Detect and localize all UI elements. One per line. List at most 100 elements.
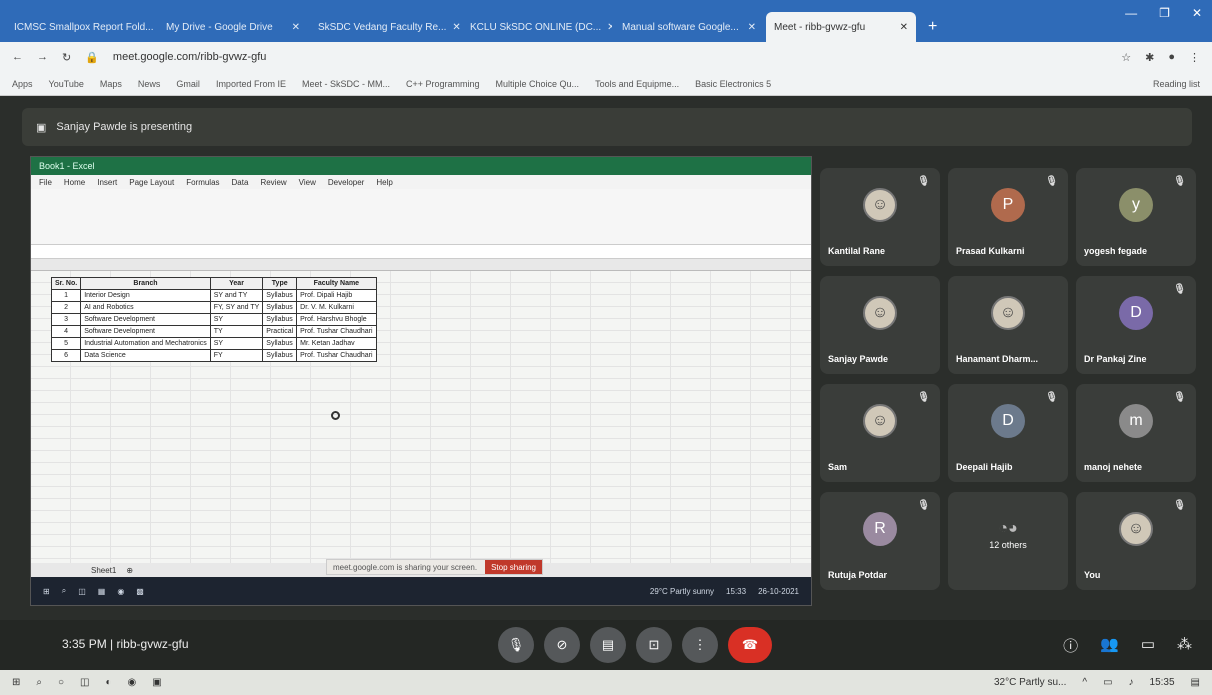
bookmark-item[interactable]: Multiple Choice Qu... (496, 79, 580, 89)
table-cell[interactable]: Mr. Ketan Jadhav (296, 337, 377, 350)
close-icon[interactable]: ✕ (292, 22, 300, 33)
add-sheet-icon[interactable]: ⊕ (126, 566, 133, 575)
table-cell[interactable]: Syllabus (262, 301, 298, 314)
minimize-icon[interactable]: — (1125, 6, 1137, 20)
table-cell[interactable]: SY (209, 313, 264, 326)
table-cell[interactable]: Industrial Automation and Mechatronics (80, 337, 211, 350)
table-cell[interactable]: Prof. Tushar Chaudhari (296, 349, 377, 362)
table-cell[interactable]: Data Science (80, 349, 211, 362)
bookmark-item[interactable]: Meet - SkSDC - MM... (302, 79, 390, 89)
browser-tab[interactable]: SkSDC Vedang Faculty Re... ✕ (310, 12, 460, 42)
table-cell[interactable]: Prof. Dipali Hajib (296, 289, 377, 302)
table-cell[interactable]: Practical (262, 325, 298, 338)
participant-tile[interactable]: D Dr Pankaj Zine 🎙 (1076, 276, 1196, 374)
formula-bar[interactable] (31, 245, 811, 259)
menu-icon[interactable]: ⋮ (1189, 51, 1200, 64)
chrome-icon[interactable]: ◉ (128, 677, 137, 688)
search-icon[interactable]: ⌕ (36, 677, 42, 688)
participant-tile[interactable]: ☺ Hanamant Dharm... (948, 276, 1068, 374)
browser-tab[interactable]: My Drive - Google Drive ✕ (158, 12, 308, 42)
table-cell[interactable]: AI and Robotics (80, 301, 211, 314)
table-cell[interactable]: Software Development (80, 313, 211, 326)
bookmark-item[interactable]: Maps (100, 79, 122, 89)
table-cell[interactable]: 2 (50, 301, 82, 314)
cortana-icon[interactable]: ○ (58, 677, 64, 688)
table-cell[interactable]: SY (209, 337, 264, 350)
ribbon-tab[interactable]: Formulas (186, 178, 219, 187)
task-view-icon[interactable]: ◫ (80, 677, 89, 688)
browser-tab[interactable]: KCLU SkSDC ONLINE (DC... ✕ (462, 12, 612, 42)
table-cell[interactable]: Software Development (80, 325, 211, 338)
close-icon[interactable]: ✕ (748, 22, 756, 33)
star-icon[interactable]: ☆ (1121, 51, 1131, 64)
browser-tab-active[interactable]: Meet - ribb-gvwz-gfu ✕ (766, 12, 916, 42)
present-button[interactable]: ⊡ (636, 627, 672, 663)
bookmark-item[interactable]: Imported From IE (216, 79, 286, 89)
clock-time[interactable]: 15:35 (1150, 677, 1175, 688)
reload-icon[interactable]: ↻ (62, 51, 71, 64)
sheet-tab[interactable]: Sheet1 (91, 566, 116, 575)
column-header[interactable]: Type (262, 277, 298, 290)
ribbon-tab[interactable]: Developer (328, 178, 364, 187)
table-cell[interactable]: Interior Design (80, 289, 211, 302)
column-header[interactable]: Branch (80, 277, 211, 290)
table-cell[interactable]: FY (209, 349, 264, 362)
mic-off-button[interactable]: 🎙 (498, 627, 534, 663)
ribbon-tab[interactable]: Insert (97, 178, 117, 187)
column-header[interactable]: Year (209, 277, 264, 290)
table-cell[interactable]: SY and TY (209, 289, 264, 302)
participant-tile[interactable]: P Prasad Kulkarni 🎙 (948, 168, 1068, 266)
table-cell[interactable]: 1 (50, 289, 82, 302)
ribbon-tab[interactable]: Home (64, 178, 85, 187)
table-cell[interactable]: 4 (50, 325, 82, 338)
ribbon-tab[interactable]: Page Layout (129, 178, 174, 187)
leave-call-button[interactable]: ☎ (728, 627, 772, 663)
table-cell[interactable]: 5 (50, 337, 82, 350)
ribbon-tab[interactable]: File (39, 178, 52, 187)
ribbon-tab[interactable]: Help (376, 178, 392, 187)
captions-button[interactable]: ▤ (590, 627, 626, 663)
weather-text[interactable]: 32°C Partly su... (994, 677, 1066, 688)
participant-tile[interactable]: ☺ Kantilal Rane 🎙 (820, 168, 940, 266)
close-window-icon[interactable]: ✕ (1192, 6, 1202, 20)
windows-start-icon[interactable]: ⊞ (12, 677, 20, 688)
bookmark-item[interactable]: Apps (12, 79, 33, 89)
browser-tab[interactable]: ICMSC Smallpox Report Fold...✕ (6, 12, 156, 42)
participant-tile[interactable]: R Rutuja Potdar 🎙 (820, 492, 940, 590)
bookmark-item[interactable]: Tools and Equipme... (595, 79, 679, 89)
ribbon-tab[interactable]: Review (260, 178, 286, 187)
column-header[interactable]: Faculty Name (296, 277, 377, 290)
ribbon-tab[interactable]: Data (232, 178, 249, 187)
table-cell[interactable]: Syllabus (262, 349, 298, 362)
maximize-icon[interactable]: ❐ (1159, 6, 1170, 20)
table-cell[interactable]: 6 (50, 349, 82, 362)
camera-off-button[interactable]: ⊘ (544, 627, 580, 663)
participant-tile[interactable]: ☺ You 🎙 (1076, 492, 1196, 590)
profile-icon[interactable]: ● (1168, 51, 1175, 63)
browser-tab[interactable]: Manual software Google... ✕ (614, 12, 764, 42)
edge-icon[interactable]: ◐ (106, 677, 112, 688)
participant-tile[interactable]: ☺ Sam 🎙 (820, 384, 940, 482)
table-cell[interactable]: Dr. V. M. Kulkarni (296, 301, 377, 314)
reading-list[interactable]: Reading list (1153, 79, 1200, 89)
participant-tile[interactable]: D Deepali Hajib 🎙 (948, 384, 1068, 482)
table-cell[interactable]: Syllabus (262, 337, 298, 350)
bookmark-item[interactable]: YouTube (49, 79, 84, 89)
chat-icon[interactable]: ▭ (1141, 635, 1155, 656)
volume-icon[interactable]: ♪ (1129, 677, 1134, 688)
extensions-icon[interactable]: ✱ (1145, 51, 1154, 64)
info-icon[interactable]: ⓘ (1063, 635, 1078, 656)
participant-tile[interactable]: m manoj nehete 🎙 (1076, 384, 1196, 482)
participant-tile[interactable]: ☺ Sanjay Pawde (820, 276, 940, 374)
ribbon-tab[interactable]: View (299, 178, 316, 187)
close-icon[interactable]: ✕ (607, 22, 612, 33)
participant-tile[interactable]: ◔◕ 12 others (948, 492, 1068, 590)
bookmark-item[interactable]: C++ Programming (406, 79, 480, 89)
activities-icon[interactable]: ⁂ (1177, 635, 1192, 656)
people-icon[interactable]: 👥 (1100, 635, 1119, 656)
more-options-button[interactable]: ⋮ (682, 627, 718, 663)
bookmark-item[interactable]: News (138, 79, 161, 89)
close-icon[interactable]: ✕ (900, 22, 908, 33)
notifications-icon[interactable]: ▤ (1191, 677, 1200, 688)
tray-chevron-icon[interactable]: ^ (1082, 677, 1087, 688)
